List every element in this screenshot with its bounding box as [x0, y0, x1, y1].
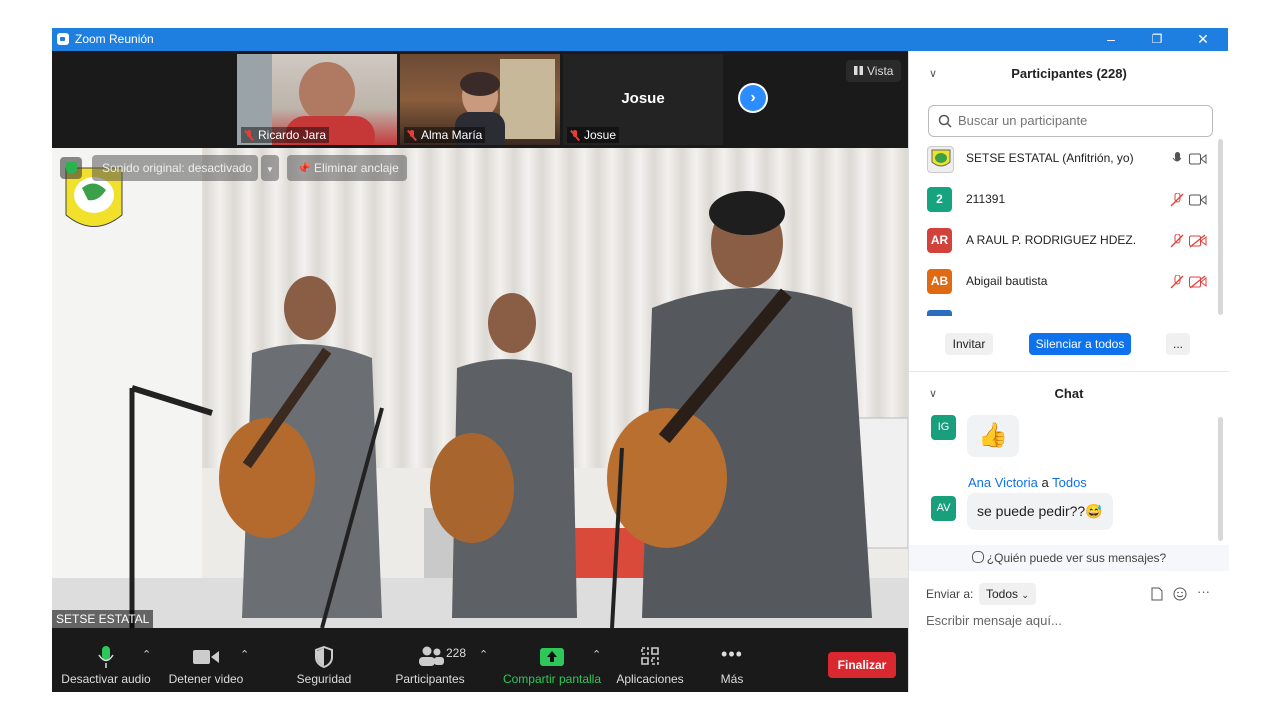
person-info-icon	[971, 551, 984, 563]
encryption-shield-icon[interactable]	[60, 157, 82, 179]
participants-button[interactable]: 228 Participantes	[388, 628, 472, 692]
shield-icon	[315, 646, 333, 668]
mute-all-button[interactable]: Silenciar a todos	[1029, 333, 1131, 355]
chat-message: 👍	[967, 415, 1019, 457]
mic-muted-icon[interactable]	[1170, 193, 1184, 207]
mic-muted-icon[interactable]	[1170, 234, 1184, 248]
participant-search[interactable]	[928, 105, 1213, 137]
audio-options-chevron-icon[interactable]: ⌃	[142, 648, 151, 661]
video-camera-icon	[193, 650, 219, 664]
original-sound-toggle[interactable]: Sonido original: desactivado	[92, 155, 258, 181]
video-camera-icon[interactable]	[1189, 153, 1207, 165]
title-bar: Zoom Reunión – ❐ ✕	[52, 28, 1228, 51]
close-button[interactable]: ✕	[1180, 28, 1226, 51]
mic-muted-icon	[407, 130, 417, 140]
thumbnail-alma-maria[interactable]: Alma María	[400, 54, 560, 145]
mic-muted-icon[interactable]	[1170, 275, 1184, 289]
thumbnail-name: Alma María	[404, 127, 486, 143]
stop-video-button[interactable]: Detener video	[162, 628, 250, 692]
thumbnail-caption: Josue	[621, 90, 665, 107]
more-dots-icon[interactable]: ···	[1197, 584, 1210, 599]
next-page-button[interactable]: ›	[738, 83, 768, 113]
security-button[interactable]: Seguridad	[288, 628, 360, 692]
speaker-label: SETSE ESTATAL	[52, 610, 154, 628]
chat-sender[interactable]: Ana Victoria	[968, 475, 1038, 490]
thumbnail-ricardo-jara[interactable]: Ricardo Jara	[237, 54, 397, 145]
avatar	[927, 146, 954, 173]
chat-recipient[interactable]: Todos	[1052, 475, 1087, 490]
chevron-down-icon: ▼	[266, 165, 274, 174]
maximize-button[interactable]: ❐	[1134, 28, 1180, 51]
mic-muted-icon	[244, 130, 254, 140]
chat-message: se puede pedir??😅	[967, 493, 1113, 530]
chat-visibility-info[interactable]: ¿Quién puede ver sus mensajes?	[909, 545, 1229, 571]
meeting-toolbar: Desactivar audio ⌃ Detener video ⌃ Segur…	[52, 628, 908, 692]
avatar: AB	[927, 269, 952, 294]
view-button[interactable]: Vista	[846, 60, 902, 82]
more-dots-icon: •••	[721, 644, 743, 664]
unpin-button[interactable]: 📌 Eliminar anclaje	[287, 155, 407, 181]
search-input[interactable]	[956, 112, 1200, 129]
chevron-down-icon: ⌄	[1021, 590, 1029, 600]
participants-count: 228	[446, 646, 467, 660]
video-options-chevron-icon[interactable]: ⌃	[240, 648, 249, 661]
avatar: IG	[931, 415, 956, 440]
original-sound-dropdown[interactable]: ▼	[261, 155, 279, 181]
file-icon[interactable]	[1151, 587, 1163, 601]
divider	[909, 371, 1229, 372]
participant-row[interactable]: AB Abigail bautista	[927, 267, 1207, 297]
pin-icon: 📌	[297, 163, 311, 175]
mute-audio-button[interactable]: Desactivar audio	[58, 628, 154, 692]
avatar-partial	[927, 310, 952, 316]
end-meeting-button[interactable]: Finalizar	[828, 652, 896, 678]
avatar: 2	[927, 187, 952, 212]
participant-row[interactable]: SETSE ESTATAL (Anfitrión, yo)	[927, 144, 1207, 174]
invite-button[interactable]: Invitar	[945, 333, 993, 355]
microphone-icon	[98, 646, 114, 668]
share-screen-button[interactable]: Compartir pantalla	[500, 628, 604, 692]
participants-icon	[419, 646, 444, 666]
video-off-icon[interactable]	[1189, 234, 1207, 248]
apps-button[interactable]: Aplicaciones	[614, 628, 686, 692]
search-icon	[938, 114, 952, 128]
thumbnail-name: Josue	[567, 127, 620, 143]
more-options-button[interactable]: ...	[1166, 333, 1190, 355]
send-to-label: Enviar a:	[926, 587, 974, 601]
more-button[interactable]: ••• Más	[704, 628, 760, 692]
avatar: AV	[931, 496, 956, 521]
thumbnail-name: Ricardo Jara	[241, 127, 330, 143]
chat-title: Chat	[1054, 386, 1084, 401]
mic-muted-icon	[570, 130, 580, 140]
send-to-dropdown[interactable]: Todos ⌄	[979, 583, 1036, 605]
chevron-right-icon: ›	[740, 85, 766, 111]
minimize-button[interactable]: –	[1088, 28, 1134, 51]
setse-logo-icon	[931, 149, 950, 167]
video-off-icon[interactable]	[1189, 275, 1207, 289]
chat-scrollbar[interactable]	[1218, 417, 1223, 541]
zoom-app-icon	[57, 33, 69, 45]
participants-options-chevron-icon[interactable]: ⌃	[479, 648, 488, 661]
share-options-chevron-icon[interactable]: ⌃	[592, 648, 601, 661]
grid-icon	[854, 66, 863, 75]
microphone-icon[interactable]	[1172, 152, 1182, 166]
main-video: SETSE ESTATAL	[52, 148, 908, 628]
performers-video	[52, 148, 908, 628]
video-camera-icon[interactable]	[1189, 194, 1207, 206]
avatar: AR	[927, 228, 952, 253]
apps-icon	[641, 647, 659, 665]
chat-input[interactable]: Escribir mensaje aquí...	[926, 613, 1216, 628]
side-panel: ∨ Participantes (228) SETSE ESTATAL (Anf…	[908, 51, 1229, 692]
share-arrow-icon	[540, 648, 564, 666]
participants-scrollbar[interactable]	[1218, 139, 1223, 315]
participant-row[interactable]: 2 211391	[927, 185, 1207, 215]
window-title: Zoom Reunión	[75, 32, 154, 46]
participants-title: Participantes (228)	[1011, 66, 1127, 81]
thumbnail-josue[interactable]: Josue Josue	[563, 54, 723, 145]
chat-sender-line: Ana Victoria a Todos	[968, 475, 1087, 490]
participant-row[interactable]: AR A RAUL P. RODRIGUEZ HDEZ.	[927, 226, 1207, 256]
emoji-icon[interactable]	[1173, 587, 1187, 601]
